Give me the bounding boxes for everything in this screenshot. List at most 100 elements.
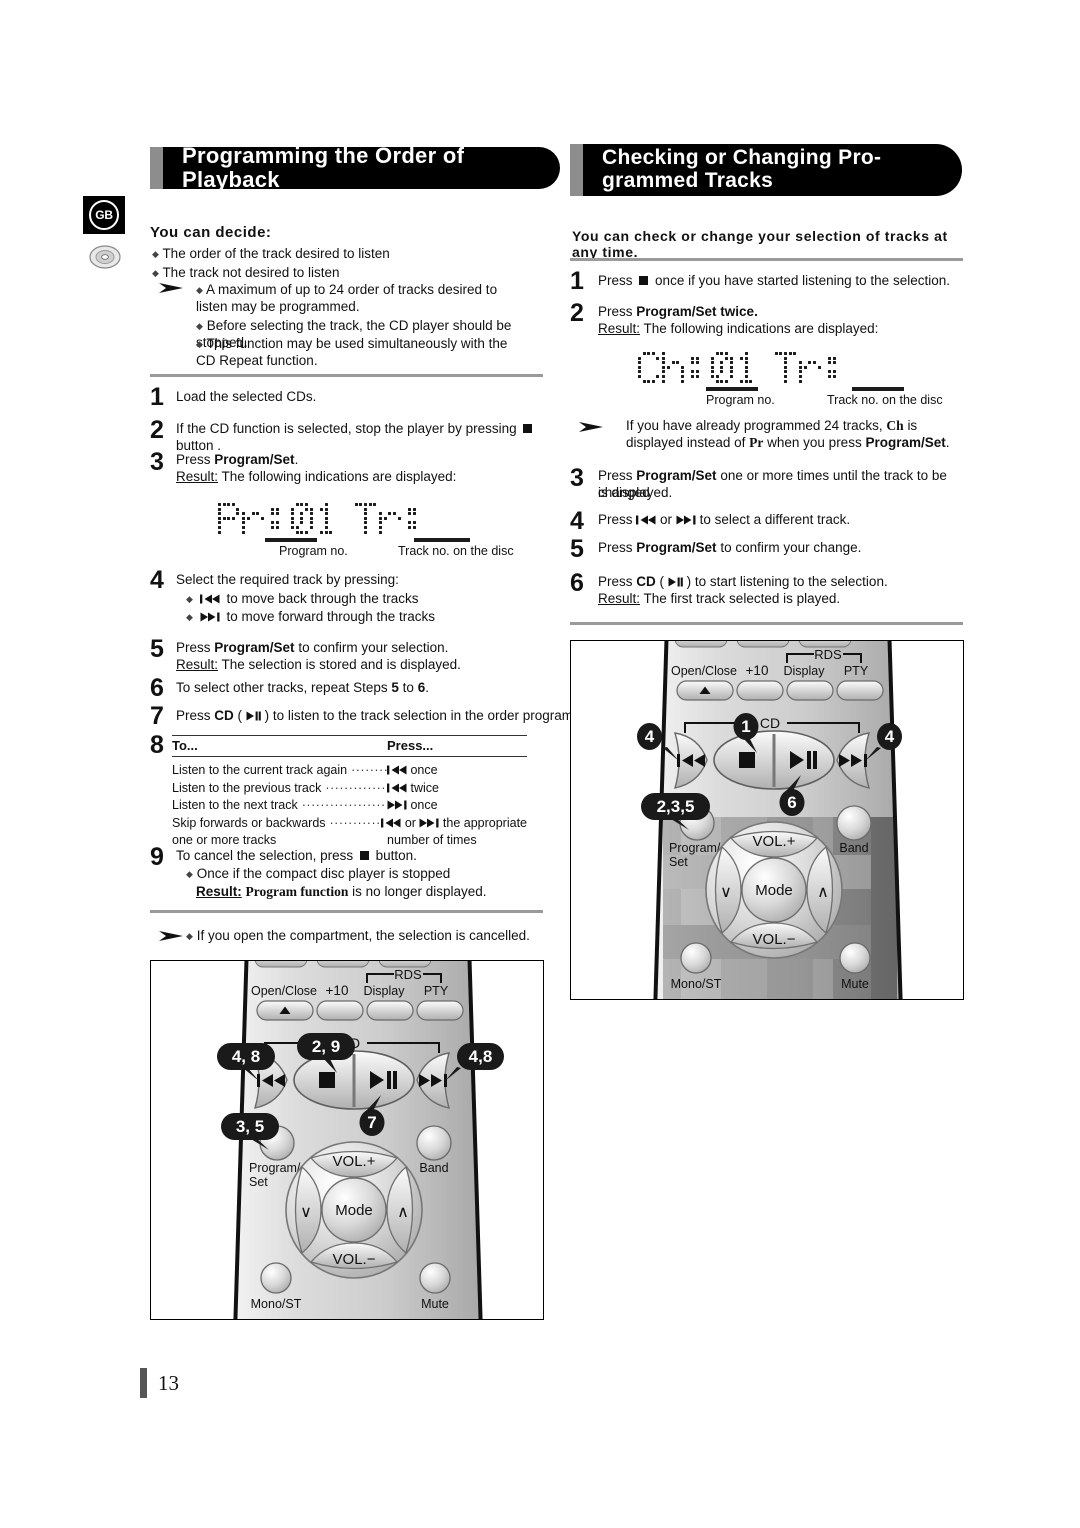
table-cell-press-cont: number of times <box>387 833 477 847</box>
bullet-glyph: ◆ <box>186 612 193 622</box>
display-char <box>316 503 337 534</box>
left-step-5-result: Result: The selection is stored and is d… <box>176 657 546 674</box>
table-cell-action-cont: one or more tracks <box>172 833 277 847</box>
plus10-label: +10 <box>326 983 349 998</box>
pty-button[interactable] <box>836 680 884 701</box>
banner-title-right-line2: grammed Tracks <box>602 169 774 192</box>
display-char <box>267 503 288 534</box>
band-button[interactable] <box>416 1125 452 1161</box>
display-button[interactable] <box>786 680 834 701</box>
rds-label: RDS <box>394 967 422 982</box>
left-step-5-b: to confirm your selection. <box>298 640 449 655</box>
ff-icon <box>676 515 696 525</box>
display-label-program-right: Program no. <box>706 393 775 407</box>
mute-button[interactable] <box>839 942 871 974</box>
display-button[interactable] <box>366 1000 414 1021</box>
mono-st-button[interactable] <box>680 942 712 974</box>
display-readout-left <box>218 503 425 534</box>
display-char <box>824 352 845 383</box>
right-note-part1: If you have already programmed 24 tracks… <box>626 418 883 433</box>
open-close-button[interactable] <box>676 680 734 701</box>
table-cell-action-text: Skip forwards or backwards <box>172 815 326 830</box>
left-step-6-a: To select other tracks, repeat Steps <box>176 680 388 695</box>
left-step-6-end: . <box>425 680 429 695</box>
navigation-ring: Mode VOL.+ VOL.− ∨ ∧ <box>285 1141 423 1279</box>
right-note-part4: when you press <box>767 434 862 450</box>
note-arrow-icon <box>159 931 183 941</box>
manual-page: Programming the Order of Playback Checki… <box>0 0 1080 1528</box>
program-no-underline <box>265 538 317 542</box>
callout-program-label: 2,3,5 <box>657 797 695 816</box>
plus10-button[interactable] <box>316 1000 364 1021</box>
display-char <box>242 503 264 534</box>
left-step-6-n1: 5 <box>391 680 399 695</box>
plus10-button[interactable] <box>736 680 784 701</box>
right-step-6-result-text: The first track selected is played. <box>643 591 841 606</box>
display-label-track-left: Track no. on the disc <box>398 544 514 558</box>
pty-label: PTY <box>424 984 449 998</box>
left-step-6-number: 6 <box>150 674 164 702</box>
chevron-up-icon: ∧ <box>817 884 829 901</box>
result-label: Result: <box>598 321 641 336</box>
pty-button[interactable] <box>416 1000 464 1021</box>
ff-icon <box>419 818 439 827</box>
table-header-press: Press... <box>387 738 434 753</box>
stop-icon <box>359 851 369 860</box>
region-badge-label: GB <box>89 200 119 230</box>
display-char <box>711 352 733 383</box>
right-step-2-text: Press Program/Set twice. <box>598 304 968 321</box>
rew-icon <box>387 783 407 792</box>
program-no-underline <box>706 387 758 391</box>
rew-icon <box>636 515 656 525</box>
right-note-ch: Ch <box>886 418 904 433</box>
remote-control-illustration: RDS Open/Close +10 Display PTY CD <box>637 641 903 999</box>
table-cell-action-text: Listen to the current track again <box>172 763 348 777</box>
press-actions-table: To... Press... Listen to the current tra… <box>172 735 527 850</box>
left-step-1-text: Load the selected CDs. <box>176 389 317 404</box>
left-step-1-number: 1 <box>150 383 164 411</box>
mute-label: Mute <box>841 977 869 991</box>
right-step-6-bold: CD <box>636 574 656 589</box>
left-note-1-text: A maximum of up to 24 order of tracks de… <box>196 282 498 314</box>
mono-st-button[interactable] <box>260 1262 292 1294</box>
table-cell-press: twice <box>387 780 527 798</box>
display-label: Display <box>364 984 406 998</box>
left-step-3-result: Result: The following indications are di… <box>176 469 546 486</box>
left-bullet-1: ◆ The order of the track desired to list… <box>152 246 552 263</box>
band-button[interactable] <box>836 805 872 841</box>
mute-label: Mute <box>421 1297 449 1311</box>
mute-button[interactable] <box>419 1262 451 1294</box>
left-divider-2 <box>150 910 543 913</box>
note-arrow-icon <box>159 283 183 293</box>
callout-stop-label: 1 <box>741 717 750 736</box>
volume-up-label: VOL.+ <box>753 833 796 850</box>
bullet-glyph: ◆ <box>196 321 203 331</box>
display-char <box>774 352 797 383</box>
left-step-9-text: To cancel the selection, press button. <box>176 848 546 865</box>
table-row-continuation: one or more tracks number of times <box>172 832 527 850</box>
callout-prev-label: 4, 8 <box>232 1047 260 1066</box>
left-step-5-result-text: The selection is stored and is displayed… <box>221 657 461 672</box>
open-close-button[interactable] <box>256 1000 314 1021</box>
rew-icon <box>381 818 401 827</box>
pause-icon <box>393 1071 397 1089</box>
table-row: Listen to the current track again ······… <box>172 762 527 780</box>
mode-label: Mode <box>335 1202 373 1219</box>
leader-dots: ······················· <box>351 763 387 777</box>
open-close-label: Open/Close <box>671 664 737 678</box>
left-step-3-bold: Program/Set <box>214 452 295 467</box>
right-step-3-a: Press <box>598 468 633 483</box>
left-divider-1 <box>150 374 543 377</box>
right-step-1-a: Press <box>598 273 633 288</box>
callout-program-label: 3, 5 <box>236 1117 264 1136</box>
stop-button[interactable] <box>319 1072 335 1088</box>
table-header-rule <box>172 756 527 757</box>
left-step-6-text: To select other tracks, repeat Steps 5 t… <box>176 680 546 697</box>
stop-button[interactable] <box>739 752 755 768</box>
right-step-5-number: 5 <box>570 535 584 563</box>
right-step-5-a: Press <box>598 540 633 555</box>
display-char <box>799 352 821 383</box>
table-cell-press: once <box>387 797 527 815</box>
bullet-glyph: ◆ <box>186 594 193 604</box>
right-step-1-b: once if you have started listening to th… <box>655 273 950 288</box>
